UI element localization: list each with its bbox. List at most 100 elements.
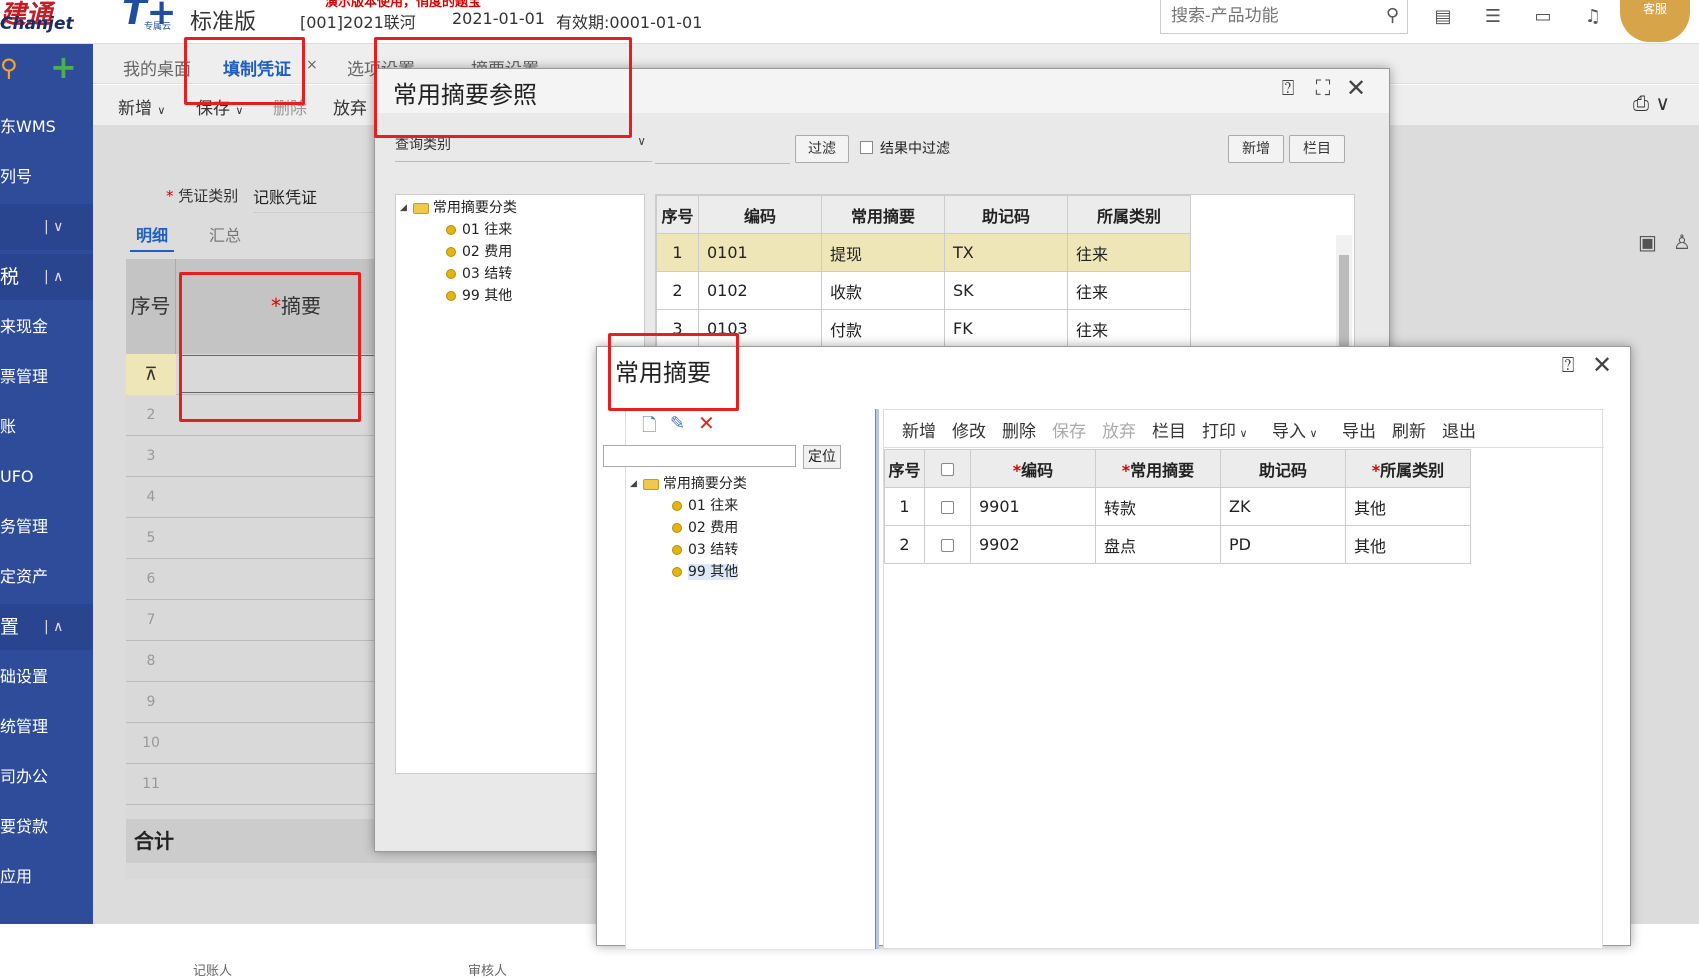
new-file-icon[interactable]: 🗋 (642, 413, 656, 443)
cell-mnemonic[interactable]: ZK (1220, 487, 1346, 526)
tree-item[interactable]: 01 往来 (672, 495, 738, 515)
customer-service-avatar[interactable]: 客服 (1620, 0, 1690, 42)
cell-mnemonic[interactable]: PD (1220, 525, 1346, 564)
node-icon (672, 567, 682, 577)
close-icon[interactable]: ✕ (1343, 74, 1369, 102)
select-all-checkbox[interactable] (941, 463, 954, 476)
sidebar-item[interactable]: UFO (0, 454, 93, 500)
bell-icon[interactable]: ♫ (1582, 6, 1604, 28)
help-icon[interactable]: ⍰ (1275, 76, 1301, 101)
table-row[interactable]: 2 9902 盘点 PD 其他 (884, 525, 1471, 564)
delete-icon[interactable]: ✕ (698, 411, 715, 435)
cell-category[interactable]: 其他 (1345, 487, 1471, 526)
exit-button[interactable]: 退出 (1442, 417, 1476, 442)
maximize-icon[interactable]: ⛶ (1310, 76, 1336, 101)
preview-icon[interactable]: ⎙ ∨ (1633, 91, 1670, 115)
col-select-all[interactable] (924, 449, 971, 488)
search-input[interactable] (1171, 0, 1371, 32)
collapse-icon[interactable]: ◢ (400, 203, 407, 213)
cell-checkbox[interactable] (924, 525, 971, 564)
save-button[interactable]: 保存 (1052, 417, 1086, 442)
discard-button[interactable]: 放弃 (333, 94, 367, 119)
cell-summary[interactable]: 盘点 (1095, 525, 1221, 564)
subtab-summary[interactable]: 汇总 (209, 222, 241, 246)
row-checkbox[interactable] (941, 501, 954, 514)
columns-button[interactable]: 栏目 (1152, 417, 1186, 442)
search-icon[interactable]: ⚲ (0, 54, 18, 82)
columns-button[interactable]: 栏目 (1289, 135, 1345, 163)
collapse-icon[interactable]: ◢ (630, 479, 637, 489)
subtab-detail[interactable]: 明细 (129, 222, 175, 252)
query-category-select[interactable]: 查询类别 ∨ (395, 134, 652, 162)
search-icon[interactable]: ⚲ (1386, 5, 1399, 26)
product-search[interactable]: ⚲ (1160, 0, 1408, 34)
sidebar-item[interactable]: 务管理 (0, 504, 93, 550)
import-button[interactable]: 导入 ∨ (1272, 417, 1318, 442)
tree-item[interactable]: 03 结转 (672, 539, 738, 559)
help-icon[interactable]: ⍰ (1555, 353, 1581, 378)
table-row[interactable]: 2 0102 收款 SK 往来 (656, 271, 1191, 310)
tasklist-icon[interactable]: ☰ (1482, 6, 1504, 28)
sidebar-item[interactable]: 要贷款 (0, 804, 93, 850)
cell-code[interactable]: 9902 (970, 525, 1096, 564)
sidebar-section[interactable]: 置 | ∧ (0, 604, 93, 650)
calculator-icon[interactable]: ▤ (1432, 6, 1454, 28)
export-button[interactable]: 导出 (1342, 417, 1376, 442)
message-icon[interactable]: ▭ (1532, 6, 1554, 28)
discard-button[interactable]: 放弃 (1102, 417, 1136, 442)
close-tab-icon[interactable]: × (306, 57, 318, 73)
cell-code: 0101 (698, 233, 822, 272)
sidebar-item[interactable]: 票管理 (0, 354, 93, 400)
tab-desktop[interactable]: 我的桌面 (123, 55, 191, 80)
filter-in-results-checkbox[interactable] (860, 141, 873, 154)
tree-root[interactable]: ◢ 常用摘要分类 (630, 473, 747, 493)
new-button[interactable]: 新增 (1228, 135, 1284, 163)
refresh-button[interactable]: 刷新 (1392, 417, 1426, 442)
sidebar-item[interactable]: 账 (0, 404, 93, 450)
sidebar-item[interactable]: 应用 (0, 854, 93, 900)
sidebar-item[interactable]: 础设置 (0, 654, 93, 700)
sidebar-section[interactable]: 税 | ∧ (0, 254, 93, 300)
sidebar-item[interactable]: 列号 (0, 154, 93, 200)
locate-button[interactable]: 定位 (803, 445, 841, 469)
delete-button[interactable]: 删除 (1002, 417, 1036, 442)
user-icon[interactable]: ♙ (1673, 230, 1691, 254)
sidebar-item[interactable]: 来现金 (0, 304, 93, 350)
tree-item[interactable]: 02 费用 (672, 517, 738, 537)
edit-button[interactable]: 修改 (952, 417, 986, 442)
scroll-thumb[interactable] (1339, 255, 1349, 355)
tree-item[interactable]: 03 结转 (446, 263, 512, 283)
attachment-icon[interactable]: ▣ (1638, 230, 1657, 254)
edit-icon[interactable]: ✎ (670, 413, 685, 434)
cell-category[interactable]: 其他 (1345, 525, 1471, 564)
tree-item[interactable]: 99 其他 (446, 285, 512, 305)
insert-row-icon[interactable]: ⊼ (126, 354, 176, 395)
pane-splitter[interactable] (875, 409, 879, 949)
sidebar-item[interactable]: 司办公 (0, 754, 93, 800)
sidebar-section-label: 税 (0, 266, 20, 288)
row-checkbox[interactable] (941, 539, 954, 552)
cell-code[interactable]: 9901 (970, 487, 1096, 526)
sidebar-item[interactable]: 定资产 (0, 554, 93, 600)
close-icon[interactable]: ✕ (1589, 351, 1615, 379)
account-label[interactable]: [001]2021联河 (300, 9, 416, 33)
table-row[interactable]: 1 9901 转款 ZK 其他 (884, 487, 1471, 526)
locate-input[interactable] (603, 445, 796, 467)
tree-item-selected[interactable]: 99 其他 (672, 561, 739, 581)
tree-item[interactable]: 01 往来 (446, 219, 512, 239)
print-button[interactable]: 打印 ∨ (1202, 417, 1248, 442)
filter-button[interactable]: 过滤 (795, 135, 849, 163)
add-icon[interactable]: + (50, 48, 77, 86)
new-button[interactable]: 新增 (902, 417, 936, 442)
cell-summary[interactable]: 转款 (1095, 487, 1221, 526)
sidebar-item[interactable]: 东WMS (0, 104, 93, 150)
tree-item[interactable]: 02 费用 (446, 241, 512, 261)
sidebar-item[interactable]: 统管理 (0, 704, 93, 750)
query-input[interactable] (655, 134, 790, 164)
new-button[interactable]: 新增 ∨ (118, 94, 165, 119)
summary-pane: 新增 修改 删除 保存 放弃 栏目 打印 ∨ 导入 ∨ 导出 刷新 退出 序号 … (883, 409, 1604, 949)
table-row[interactable]: 1 0101 提现 TX 往来 (656, 233, 1191, 272)
sidebar-section[interactable]: | ∨ (0, 204, 93, 250)
tree-root[interactable]: ◢ 常用摘要分类 (400, 197, 517, 217)
cell-checkbox[interactable] (924, 487, 971, 526)
